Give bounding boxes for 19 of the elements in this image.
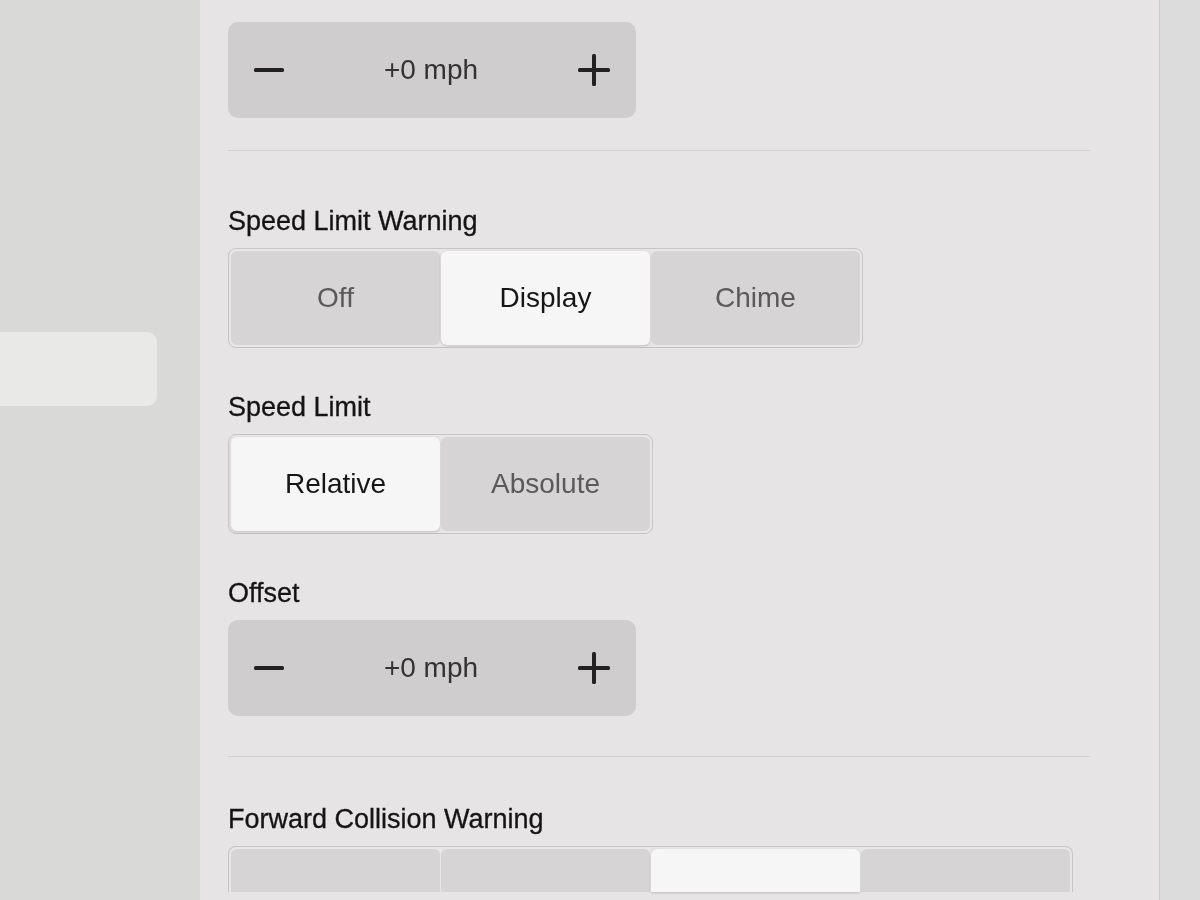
setting-label: Speed Limit Warning xyxy=(228,206,478,236)
minus-icon xyxy=(254,68,284,72)
segment-option[interactable] xyxy=(441,849,650,892)
segment-option[interactable]: Off xyxy=(231,251,440,345)
segment-option[interactable] xyxy=(231,849,440,892)
stepper-value: +0 mph xyxy=(383,652,479,684)
segment-option[interactable] xyxy=(651,849,860,892)
setting-label: Forward Collision Warning xyxy=(228,804,544,834)
plus-icon xyxy=(578,54,610,86)
stepper-value: +0 mph xyxy=(383,54,479,86)
segment-option[interactable]: Relative xyxy=(231,437,440,531)
segment-option[interactable] xyxy=(861,849,1070,892)
setting-label: Speed Limit xyxy=(228,392,371,422)
plus-icon xyxy=(578,652,610,684)
segment-option[interactable]: Display xyxy=(441,251,650,345)
setting-label: Offset xyxy=(228,578,300,608)
minus-icon xyxy=(254,666,284,670)
segment-option[interactable]: Chime xyxy=(651,251,860,345)
segment-option[interactable]: Absolute xyxy=(441,437,650,531)
